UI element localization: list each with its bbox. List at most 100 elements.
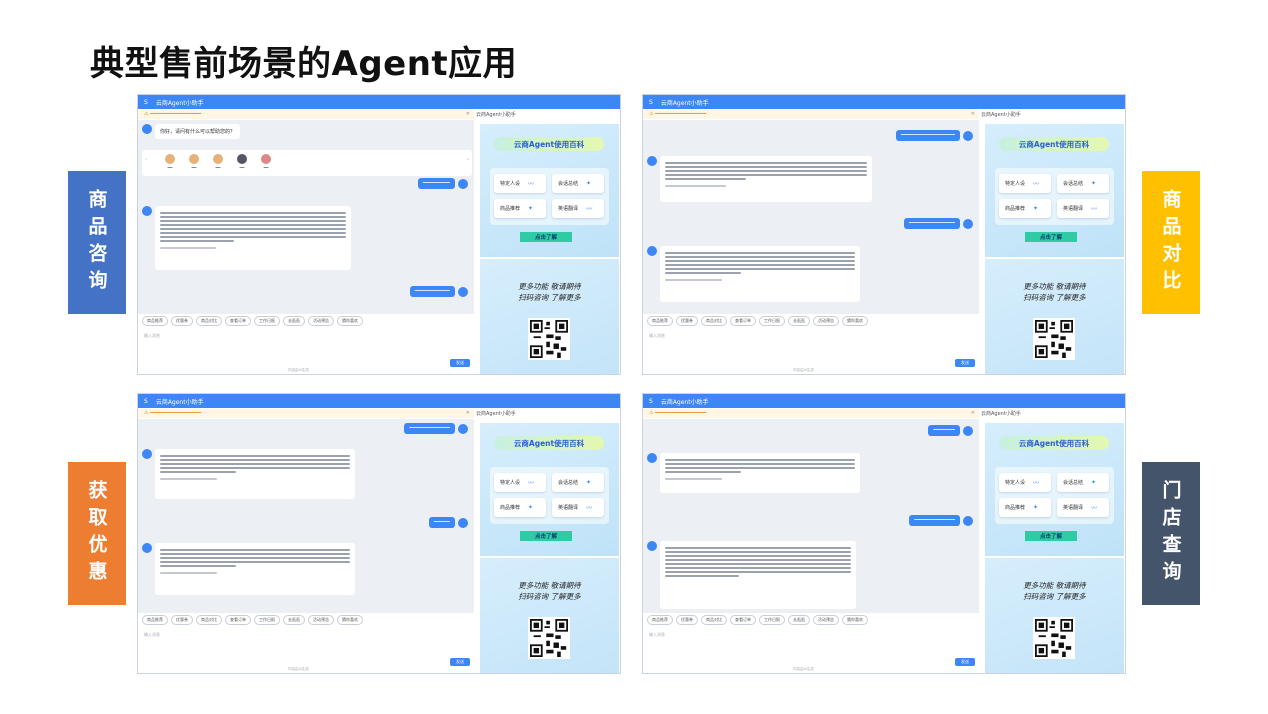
feature-translate[interactable]: 英语翻译〰	[552, 199, 604, 218]
chip[interactable]: 商品推荐	[142, 316, 168, 326]
page-title: 典型售前场景的Agent应用	[90, 44, 518, 84]
feature-translate[interactable]: 英语翻译〰	[552, 498, 604, 517]
close-icon[interactable]: ✕	[971, 409, 975, 418]
chip[interactable]: 活动预告	[813, 316, 839, 326]
send-button[interactable]: 发送	[450, 359, 470, 367]
sparkle-icon: ✦	[528, 205, 534, 212]
chip[interactable]: 优惠券	[171, 615, 193, 625]
sparkle-icon: ✦	[586, 180, 592, 187]
titlebar: S 云商Agent小助手	[138, 95, 620, 109]
feature-summary[interactable]: 会话总结 ✦	[552, 473, 604, 492]
feature-translate[interactable]: 英语翻译〰	[1057, 199, 1109, 218]
chevron-left-icon[interactable]: ‹	[145, 156, 147, 163]
side-title: 云商Agent小助手	[476, 112, 516, 118]
message-input[interactable]: 输入消息	[649, 333, 665, 339]
quick-reply-row: 商品推荐 优惠券 商品对比 查看订单 工作日报 去逛逛 活动预告 猜你喜欢	[142, 316, 472, 326]
learn-more-button[interactable]: 点击了解	[520, 232, 572, 242]
chip[interactable]: 工作日报	[759, 316, 785, 326]
chip[interactable]: 去逛逛	[283, 316, 305, 326]
chip[interactable]: 商品推荐	[647, 615, 673, 625]
message-input[interactable]: 输入消息	[144, 333, 160, 339]
chip[interactable]: 优惠券	[171, 316, 193, 326]
screenshot-consult: S 云商Agent小助手 ⚠ ━━━━━━━━━━━━━━━━━ ✕ 云商Agent…	[137, 94, 621, 375]
message-input[interactable]: 输入消息	[649, 632, 665, 638]
chat-area: ━━━━━━━━━━━━━━━ ━━━━━━	[138, 419, 474, 613]
chip[interactable]: 猜你喜欢	[842, 316, 868, 326]
powered-note: 内容由AI生成	[288, 667, 309, 671]
sparkle-icon: ✦	[586, 479, 592, 486]
screenshot-store: S 云商Agent小助手 ⚠ ━━━━━━━━━━━━━━━━━ ✕ 云商Agent…	[642, 393, 1126, 674]
learn-more-button[interactable]: 点击了解	[520, 531, 572, 541]
chip[interactable]: 活动预告	[813, 615, 839, 625]
feature-translate[interactable]: 英语翻译〰	[1057, 498, 1109, 517]
chevron-right-icon[interactable]: ›	[467, 156, 469, 163]
message-input[interactable]: 输入消息	[144, 632, 160, 638]
chip[interactable]: 优惠券	[676, 615, 698, 625]
chip[interactable]: 工作日报	[254, 615, 280, 625]
close-icon[interactable]: ✕	[971, 110, 975, 119]
chart-icon: 〰	[586, 206, 593, 213]
chip[interactable]: 查看订单	[730, 615, 756, 625]
send-button[interactable]: 发送	[955, 658, 975, 666]
sparkle-icon: ✦	[528, 504, 534, 511]
feature-summary[interactable]: 会话总结 ✦	[552, 174, 604, 193]
feature-summary[interactable]: 会话总结 ✦	[1057, 473, 1109, 492]
logo-icon: S	[144, 98, 148, 106]
chip[interactable]: 去逛逛	[788, 316, 810, 326]
learn-more-button[interactable]: 点击了解	[1025, 531, 1077, 541]
chip[interactable]: 去逛逛	[788, 615, 810, 625]
chip[interactable]: 查看订单	[730, 316, 756, 326]
send-button[interactable]: 发送	[450, 658, 470, 666]
qr-code-icon	[528, 318, 570, 360]
feature-persona[interactable]: 特定人设〰	[999, 174, 1051, 193]
chip[interactable]: 猜你喜欢	[842, 615, 868, 625]
chip[interactable]: 查看订单	[225, 316, 251, 326]
label-coupon: 获取优惠	[68, 462, 126, 605]
learn-more-button[interactable]: 点击了解	[1025, 232, 1077, 242]
feature-persona[interactable]: 特定人设〰	[494, 473, 546, 492]
feature-recommend[interactable]: 商品推荐 ✦	[494, 199, 546, 218]
chart-icon: 〰	[528, 181, 535, 188]
sparkle-icon: ✦	[1033, 205, 1039, 212]
chip[interactable]: 猜你喜欢	[337, 316, 363, 326]
label-compare: 商品对比	[1142, 171, 1200, 314]
close-icon[interactable]: ✕	[466, 409, 470, 418]
chip[interactable]: 商品对比	[196, 615, 222, 625]
promo-qr-card: 更多功能 敬请期待 扫码咨询 了解更多	[480, 558, 619, 673]
chip[interactable]: 活动预告	[308, 615, 334, 625]
feature-persona[interactable]: 特定人设〰	[494, 174, 546, 193]
sparkle-icon: ✦	[1033, 504, 1039, 511]
chip[interactable]: 商品对比	[701, 615, 727, 625]
chip[interactable]: 工作日报	[254, 316, 280, 326]
send-button[interactable]: 发送	[955, 359, 975, 367]
chart-icon: 〰	[528, 480, 535, 487]
chip[interactable]: 商品对比	[701, 316, 727, 326]
chip[interactable]: 商品对比	[196, 316, 222, 326]
chip[interactable]: 商品推荐	[142, 615, 168, 625]
logo-icon: S	[144, 397, 148, 405]
bot-answer	[142, 206, 351, 270]
feature-recommend[interactable]: 商品推荐 ✦	[494, 498, 546, 517]
powered-note: 内容由AI生成	[793, 368, 814, 372]
feature-summary[interactable]: 会话总结 ✦	[1057, 174, 1109, 193]
feature-recommend[interactable]: 商品推荐 ✦	[999, 199, 1051, 218]
chip[interactable]: 活动预告	[308, 316, 334, 326]
promo-title: 云商Agent使用百科	[494, 137, 604, 151]
close-icon[interactable]: ✕	[466, 110, 470, 119]
feature-recommend[interactable]: 商品推荐 ✦	[999, 498, 1051, 517]
chip[interactable]: 商品推荐	[647, 316, 673, 326]
screenshot-coupon: S 云商Agent小助手 ⚠ ━━━━━━━━━━━━━━━━━ ✕ 云商Agent…	[137, 393, 621, 674]
chip[interactable]: 优惠券	[676, 316, 698, 326]
promo-card: 云商Agent使用百科 特定人设〰 会话总结 ✦ 商品推荐 ✦ 英语翻译〰 点击了解	[985, 124, 1124, 257]
side-title: 云商Agent小助手	[981, 411, 1021, 417]
qr-code-icon	[1033, 318, 1075, 360]
chip[interactable]: 工作日报	[759, 615, 785, 625]
chip[interactable]: 去逛逛	[283, 615, 305, 625]
powered-note: 内容由AI生成	[793, 667, 814, 671]
chip[interactable]: 猜你喜欢	[337, 615, 363, 625]
chip[interactable]: 查看订单	[225, 615, 251, 625]
promo-card: 云商Agent使用百科 特定人设〰 会话总结 ✦ 商品推荐 ✦ 英语翻译〰 点击了解	[480, 124, 619, 257]
feature-persona[interactable]: 特定人设〰	[999, 473, 1051, 492]
logo-icon: S	[649, 98, 653, 106]
bot-message: 你好，请问有什么可以帮助您的？	[142, 124, 241, 139]
